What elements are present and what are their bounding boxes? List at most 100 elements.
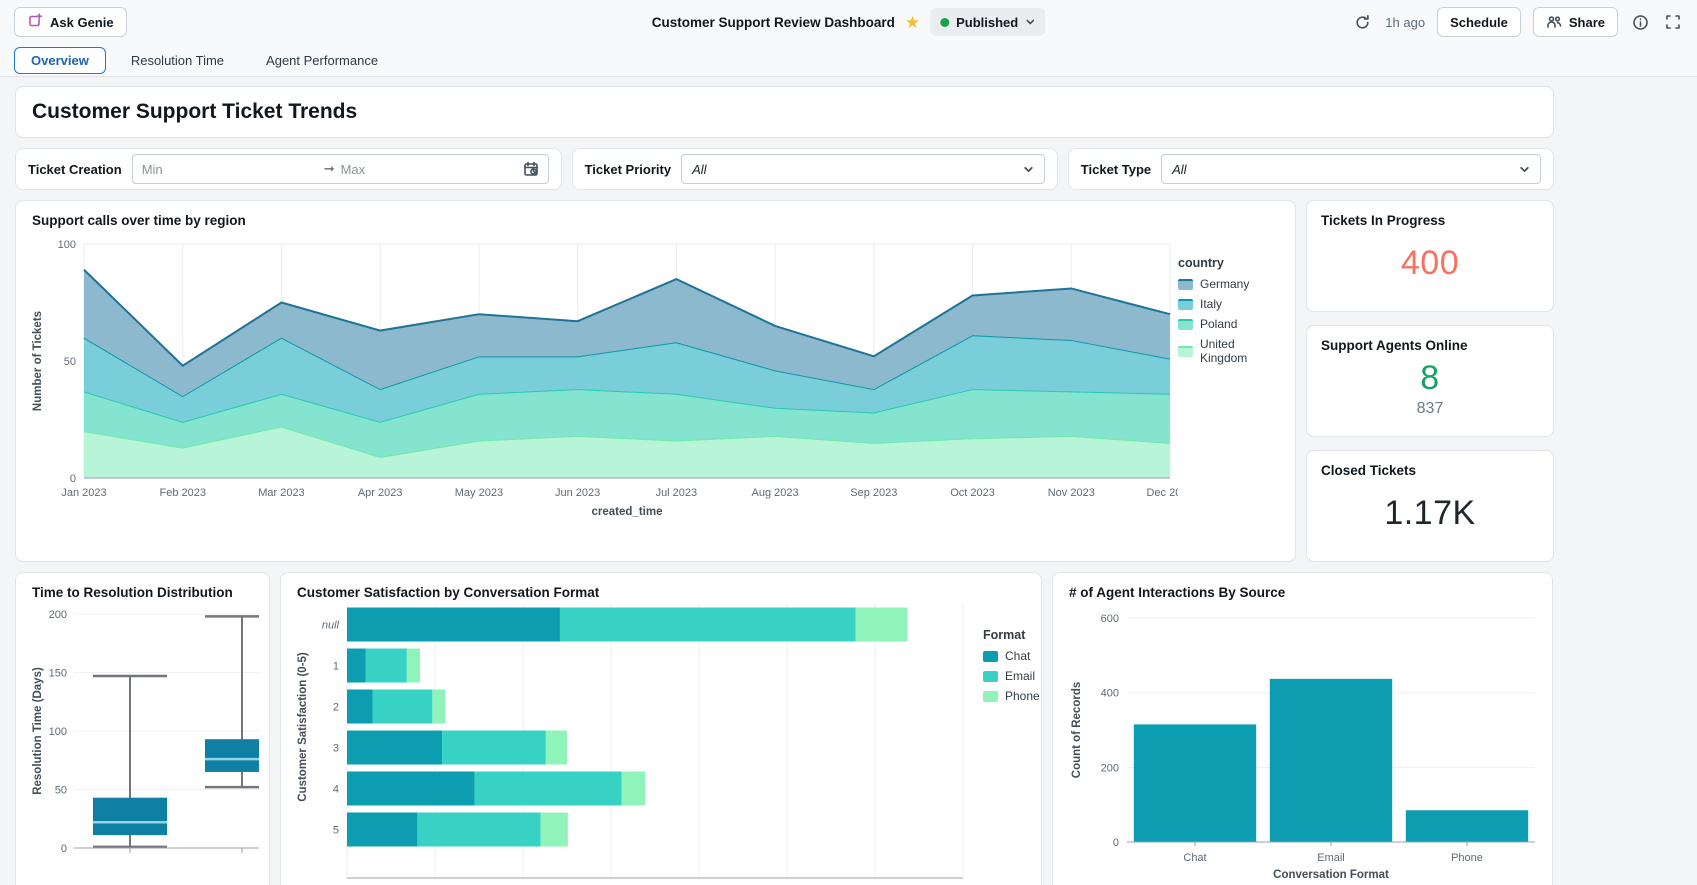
selected-value: All: [1172, 162, 1511, 177]
agent-interactions-bar-chart: 0 200 400 600 Chat Email Phone Conversation For…: [1065, 600, 1542, 885]
svg-text:3: 3: [333, 743, 339, 755]
date-range-input[interactable]: ➞: [132, 154, 549, 184]
svg-text:100: 100: [58, 239, 76, 251]
page-title-card: Customer Support Ticket Trends: [15, 86, 1554, 138]
filter-ticket-type: Ticket Type All: [1068, 148, 1554, 190]
legend-item[interactable]: Phone: [983, 689, 1040, 703]
filter-ticket-priority: Ticket Priority All: [572, 148, 1058, 190]
svg-text:400: 400: [1101, 688, 1119, 700]
info-button[interactable]: [1630, 12, 1651, 33]
dashboard-title: Customer Support Review Dashboard: [652, 15, 895, 30]
kpi-value: 1.17K: [1384, 494, 1475, 533]
legend-item[interactable]: United Kingdom: [1178, 337, 1285, 365]
svg-text:Chat: Chat: [1183, 852, 1206, 864]
legend-label: Chat: [1005, 649, 1030, 663]
legend-item[interactable]: Email: [983, 669, 1040, 683]
published-dot-icon: [940, 18, 949, 27]
tickets-in-progress-card: Tickets In Progress 400: [1306, 200, 1554, 312]
svg-text:Phone: Phone: [1451, 852, 1483, 864]
satisfaction-chart-card: Customer Satisfaction by Conversation Fo…: [280, 572, 1042, 885]
chart-title: # of Agent Interactions By Source: [1069, 585, 1542, 600]
svg-text:Jun 2023: Jun 2023: [555, 487, 600, 499]
tab-resolution-time[interactable]: Resolution Time: [114, 47, 241, 74]
filter-row: Ticket Creation ➞ Ticket Priority All Ti…: [15, 148, 1554, 190]
svg-text:Conversation Format: Conversation Format: [1273, 869, 1389, 881]
svg-text:0: 0: [61, 843, 67, 855]
legend-swatch: [1178, 346, 1193, 357]
info-icon: [1632, 14, 1649, 31]
legend-label: Email: [1005, 669, 1035, 683]
svg-text:600: 600: [1101, 613, 1119, 625]
legend-label: Germany: [1200, 277, 1249, 291]
top-bar: Ask Genie Customer Support Review Dashbo…: [0, 0, 1697, 44]
dashboard-tabs: Overview Resolution Time Agent Performan…: [0, 44, 1697, 77]
svg-text:May 2023: May 2023: [455, 487, 503, 499]
fullscreen-icon: [1665, 14, 1681, 30]
svg-text:0: 0: [70, 473, 76, 485]
resolution-distribution-card: Time to Resolution Distribution 05010015…: [15, 572, 270, 885]
ticket-type-select[interactable]: All: [1161, 154, 1541, 184]
chart-title: Time to Resolution Distribution: [32, 585, 259, 600]
legend-title: Format: [983, 628, 1040, 642]
legend-label: Italy: [1200, 297, 1222, 311]
svg-text:150: 150: [49, 668, 67, 680]
filter-label: Ticket Creation: [28, 162, 122, 177]
svg-text:100: 100: [49, 726, 67, 738]
svg-text:Sep 2023: Sep 2023: [850, 487, 897, 499]
legend-title: country: [1178, 256, 1285, 270]
support-calls-chart-card: Support calls over time by region 050100…: [15, 200, 1296, 562]
filter-ticket-creation: Ticket Creation ➞: [15, 148, 562, 190]
svg-text:Aug 2023: Aug 2023: [752, 487, 799, 499]
ask-genie-button[interactable]: Ask Genie: [14, 7, 127, 37]
schedule-button[interactable]: Schedule: [1437, 7, 1521, 37]
svg-text:Nov 2023: Nov 2023: [1048, 487, 1095, 499]
range-arrow-icon: ➞: [324, 161, 335, 177]
date-min-input[interactable]: [142, 162, 318, 177]
legend-item[interactable]: Chat: [983, 649, 1040, 663]
svg-text:Feb 2023: Feb 2023: [159, 487, 205, 499]
publish-status-dropdown[interactable]: Published: [930, 8, 1045, 36]
svg-text:Oct 2023: Oct 2023: [950, 487, 995, 499]
selected-value: All: [692, 162, 1015, 177]
calendar-clock-icon[interactable]: [523, 161, 539, 177]
legend-label: United Kingdom: [1200, 337, 1285, 365]
legend-item[interactable]: Italy: [1178, 297, 1285, 311]
kpi-value: 400: [1401, 244, 1459, 283]
legend-item[interactable]: Germany: [1178, 277, 1285, 291]
tab-agent-performance[interactable]: Agent Performance: [249, 47, 395, 74]
svg-text:200: 200: [1101, 762, 1119, 774]
share-button[interactable]: Share: [1533, 7, 1618, 37]
last-refreshed-text: 1h ago: [1385, 15, 1425, 30]
filter-label: Ticket Type: [1081, 162, 1151, 177]
legend-item[interactable]: Poland: [1178, 317, 1285, 331]
chevron-down-icon: [1519, 164, 1530, 175]
publish-status-label: Published: [956, 15, 1018, 30]
tab-overview[interactable]: Overview: [14, 47, 106, 74]
refresh-icon: [1354, 14, 1371, 31]
kpi-title: Closed Tickets: [1321, 463, 1539, 478]
kpi-column: Tickets In Progress 400 Support Agents O…: [1306, 200, 1554, 562]
fullscreen-button[interactable]: [1663, 12, 1683, 32]
legend-swatch: [983, 671, 998, 682]
date-max-input[interactable]: [341, 162, 517, 177]
refresh-button[interactable]: [1352, 12, 1373, 33]
ticket-priority-select[interactable]: All: [681, 154, 1045, 184]
legend-swatch: [983, 651, 998, 662]
chart-title: Customer Satisfaction by Conversation Fo…: [297, 585, 1031, 600]
satisfaction-stacked-bar-chart: null12345Customer Satisfaction (0-5): [293, 600, 983, 885]
agent-interactions-card: # of Agent Interactions By Source 0 200 40…: [1052, 572, 1553, 885]
svg-text:1: 1: [333, 661, 339, 673]
page-title: Customer Support Ticket Trends: [32, 100, 1537, 124]
svg-text:null: null: [322, 620, 340, 632]
share-people-icon: [1546, 14, 1562, 30]
favorite-star-icon[interactable]: ★: [905, 14, 920, 31]
svg-text:4: 4: [333, 784, 339, 796]
kpi-title: Support Agents Online: [1321, 338, 1539, 353]
legend-label: Phone: [1005, 689, 1040, 703]
schedule-label: Schedule: [1450, 15, 1508, 30]
svg-text:0: 0: [1113, 837, 1119, 849]
svg-text:Email: Email: [1317, 852, 1345, 864]
kpi-value: 8: [1420, 359, 1439, 398]
legend-swatch: [1178, 279, 1193, 290]
dashboard-canvas: Customer Support Ticket Trends Ticket Cr…: [0, 77, 1560, 885]
